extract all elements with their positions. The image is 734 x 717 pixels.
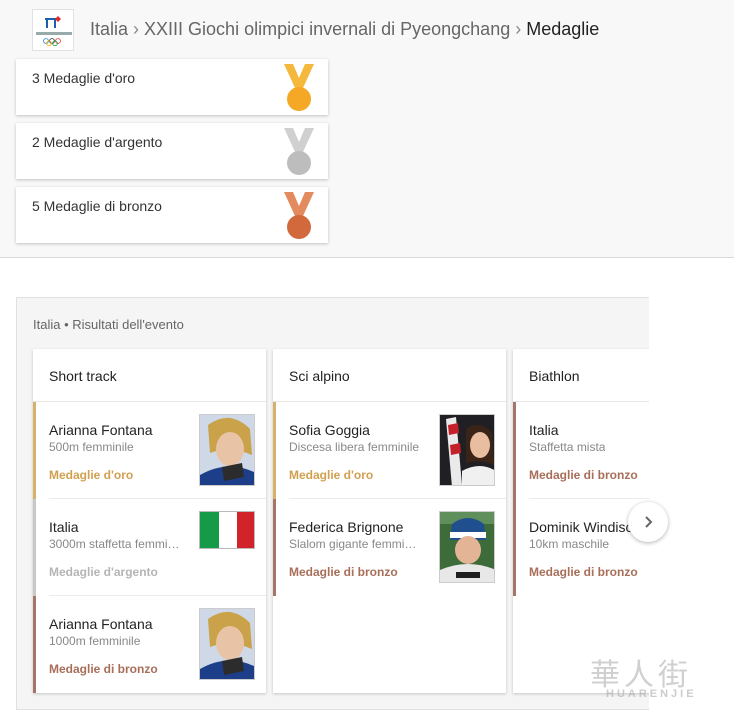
site-watermark: 華人街 HUARENJIE — [586, 650, 726, 705]
athlete-name: Arianna Fontana — [49, 422, 153, 438]
medal-type: Medaglie d'oro — [289, 468, 374, 482]
breadcrumb-item-games[interactable]: XXIII Giochi olimpici invernali di Pyeon… — [144, 19, 510, 39]
breadcrumb-separator: › — [515, 19, 522, 39]
athlete-photo — [199, 608, 255, 680]
athlete-photo — [439, 511, 495, 583]
event-name: 1000m femminile — [49, 634, 141, 648]
athlete-name: Federica Brignone — [289, 519, 404, 535]
logo-wordmark — [36, 32, 72, 35]
medal-type: Medaglie d'oro — [49, 468, 134, 482]
sport-title: Biathlon — [513, 349, 649, 402]
event-name: Staffetta mista — [529, 440, 606, 454]
result-row[interactable]: Arianna Fontana 500m femminile Medaglie … — [33, 402, 266, 499]
gold-medal-count: 3 Medaglie d'oro — [32, 70, 136, 86]
event-name: Slalom gigante femminile — [289, 537, 423, 551]
silver-medal-icon — [284, 128, 314, 175]
event-results-panel: Italia • Risultati dell'evento Short tra… — [16, 297, 649, 710]
pyeongchang-logo — [32, 9, 74, 51]
gold-medal-icon — [284, 64, 314, 111]
bronze-medal-count: 5 Medaglie di bronzo — [32, 198, 162, 214]
bronze-medal-card[interactable]: 5 Medaglie di bronzo — [16, 187, 328, 243]
athlete-photo — [199, 414, 255, 486]
result-row[interactable]: Italia 3000m staffetta femminile Medagli… — [33, 499, 266, 596]
italy-flag-icon — [199, 511, 255, 549]
medal-type: Medaglie di bronzo — [529, 565, 638, 579]
medal-type: Medaglie d'argento — [49, 565, 158, 579]
medal-type: Medaglie di bronzo — [49, 662, 158, 676]
chevron-right-icon — [645, 516, 653, 528]
medal-type: Medaglie di bronzo — [289, 565, 398, 579]
watermark-latin: HUARENJIE — [606, 688, 697, 700]
sport-title: Sci alpino — [273, 349, 506, 402]
result-row[interactable]: Sofia Goggia Discesa libera femminile Me… — [273, 402, 506, 499]
gold-medal-card[interactable]: 3 Medaglie d'oro — [16, 59, 328, 115]
silver-medal-count: 2 Medaglie d'argento — [32, 134, 163, 150]
sport-title: Short track — [33, 349, 266, 402]
event-name: Discesa libera femminile — [289, 440, 420, 454]
pyeongchang-emblem-icon — [45, 16, 61, 28]
breadcrumb-item-country[interactable]: Italia — [90, 19, 128, 39]
sport-card-short-track[interactable]: Short track Arianna Fontana 500m femmini… — [33, 349, 266, 693]
event-name: 500m femminile — [49, 440, 134, 454]
olympic-rings-icon — [43, 38, 61, 46]
sport-card-alpine-skiing[interactable]: Sci alpino Sofia Goggia Discesa libera f… — [273, 349, 506, 693]
result-row[interactable]: Federica Brignone Slalom gigante femmini… — [273, 499, 506, 596]
event-name: 10km maschile — [529, 537, 610, 551]
medal-summary-area: Italia › XXIII Giochi olimpici invernali d… — [0, 0, 734, 258]
team-name: Italia — [49, 519, 79, 535]
carousel-next-button[interactable] — [628, 502, 668, 542]
athlete-name: Dominik Windisch — [529, 519, 641, 535]
results-title: Italia • Risultati dell'evento — [33, 317, 184, 332]
result-row[interactable]: Italia Staffetta mista Medaglie di bronz… — [513, 402, 649, 499]
breadcrumb-separator: › — [133, 19, 140, 39]
team-name: Italia — [529, 422, 559, 438]
result-row[interactable]: Arianna Fontana 1000m femminile Medaglie… — [33, 596, 266, 693]
medal-type: Medaglie di bronzo — [529, 468, 638, 482]
event-name: 3000m staffetta femminile — [49, 537, 183, 551]
athlete-name: Arianna Fontana — [49, 616, 153, 632]
silver-medal-card[interactable]: 2 Medaglie d'argento — [16, 123, 328, 179]
athlete-name: Sofia Goggia — [289, 422, 370, 438]
bronze-medal-icon — [284, 192, 314, 239]
breadcrumb-current: Medaglie — [526, 19, 600, 39]
athlete-photo — [439, 414, 495, 486]
breadcrumb: Italia › XXIII Giochi olimpici invernali d… — [90, 19, 599, 40]
